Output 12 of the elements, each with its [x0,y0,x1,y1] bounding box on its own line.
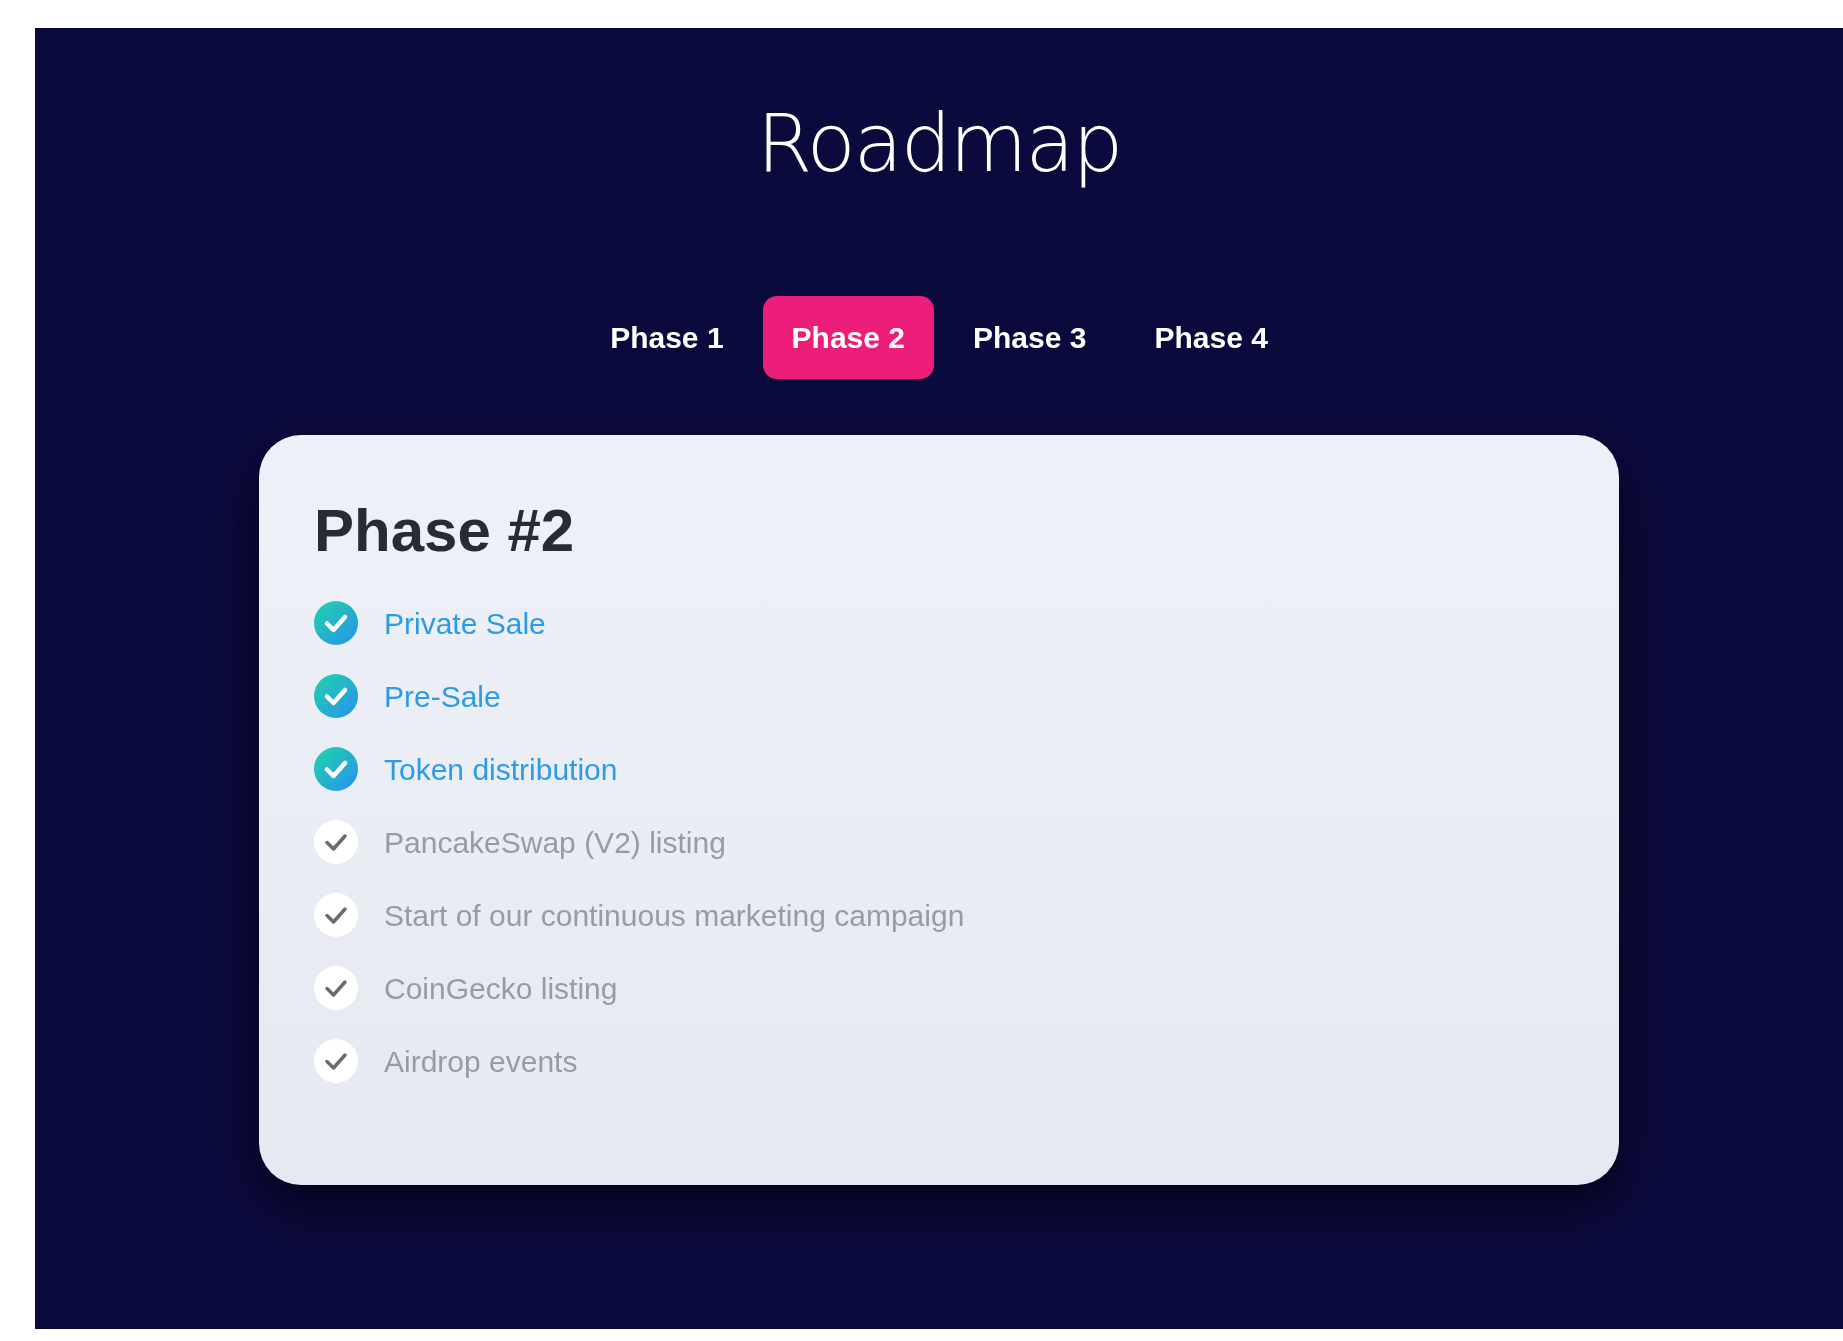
milestone-text: Airdrop events [384,1043,578,1080]
phase-heading: Phase #2 [314,501,576,561]
milestone-text: Pre-Sale [384,678,501,715]
phase-tab[interactable]: Phase 1 [581,296,753,379]
phase-tab[interactable]: Phase 3 [944,296,1116,379]
milestone-text: PancakeSwap (V2) listing [384,824,726,861]
milestone-text: Token distribution [384,751,618,788]
phase-tab[interactable]: Phase 2 [762,296,934,379]
milestone-text: Private Sale [384,605,546,642]
milestone-text: Start of our continuous marketing campaign [384,897,965,934]
phase-tab[interactable]: Phase 4 [1125,296,1297,379]
milestone-text: CoinGecko listing [384,970,618,1007]
